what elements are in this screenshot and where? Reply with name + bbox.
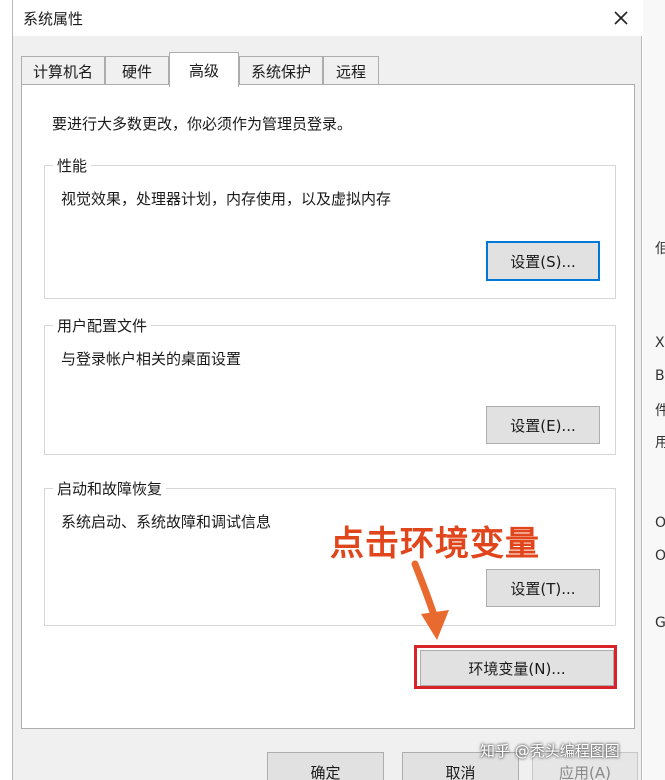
- bg-char: 佀: [655, 241, 665, 257]
- bg-char: X: [655, 335, 665, 351]
- performance-desc: 视觉效果，处理器计划，内存使用，以及虚拟内存: [61, 190, 392, 208]
- click-env-vars-annotation: 点击环境变量: [330, 524, 540, 564]
- background-window-strip: [643, 0, 665, 780]
- watermark: 知乎 @秃头编程图图: [480, 742, 620, 760]
- user-profiles-group: 用户配置文件 与登录帐户相关的桌面设置 设置(E)...: [44, 315, 616, 455]
- bg-char: G: [655, 615, 665, 631]
- title-bar: 系统属性: [13, 0, 643, 36]
- performance-settings-button[interactable]: 设置(S)...: [486, 241, 600, 281]
- startup-recovery-settings-button[interactable]: 设置(T)...: [486, 569, 600, 607]
- admin-notice: 要进行大多数更改，你必须作为管理员登录。: [52, 115, 353, 133]
- env-vars-highlight-box: [414, 645, 617, 689]
- bg-char: B: [655, 368, 665, 384]
- window-title: 系统属性: [23, 10, 84, 28]
- ok-button[interactable]: 确定: [267, 752, 384, 780]
- close-icon: [614, 11, 628, 25]
- close-button[interactable]: [603, 2, 639, 34]
- tab-remote[interactable]: 远程: [323, 56, 379, 86]
- advanced-panel: 要进行大多数更改，你必须作为管理员登录。 性能 视觉效果，处理器计划，内存使用，…: [21, 84, 635, 729]
- startup-recovery-title: 启动和故障恢复: [53, 478, 167, 499]
- bg-char: 件: [655, 403, 665, 419]
- user-profiles-title: 用户配置文件: [53, 315, 152, 336]
- startup-recovery-desc: 系统启动、系统故障和调试信息: [61, 513, 272, 531]
- tab-system-protection[interactable]: 系统保护: [239, 56, 323, 86]
- bg-char: O: [655, 515, 665, 531]
- user-profiles-desc: 与登录帐户相关的桌面设置: [61, 350, 242, 368]
- performance-group: 性能 视觉效果，处理器计划，内存使用，以及虚拟内存 设置(S)...: [44, 155, 616, 299]
- performance-title: 性能: [53, 155, 92, 176]
- annotation-arrow-icon: [411, 560, 449, 640]
- user-profiles-settings-button[interactable]: 设置(E)...: [486, 406, 600, 444]
- tab-computer-name[interactable]: 计算机名: [21, 56, 105, 86]
- bg-char: 用: [655, 435, 665, 451]
- tab-hardware[interactable]: 硬件: [105, 56, 169, 86]
- bg-char: O: [655, 548, 665, 564]
- tab-advanced[interactable]: 高级: [169, 52, 239, 87]
